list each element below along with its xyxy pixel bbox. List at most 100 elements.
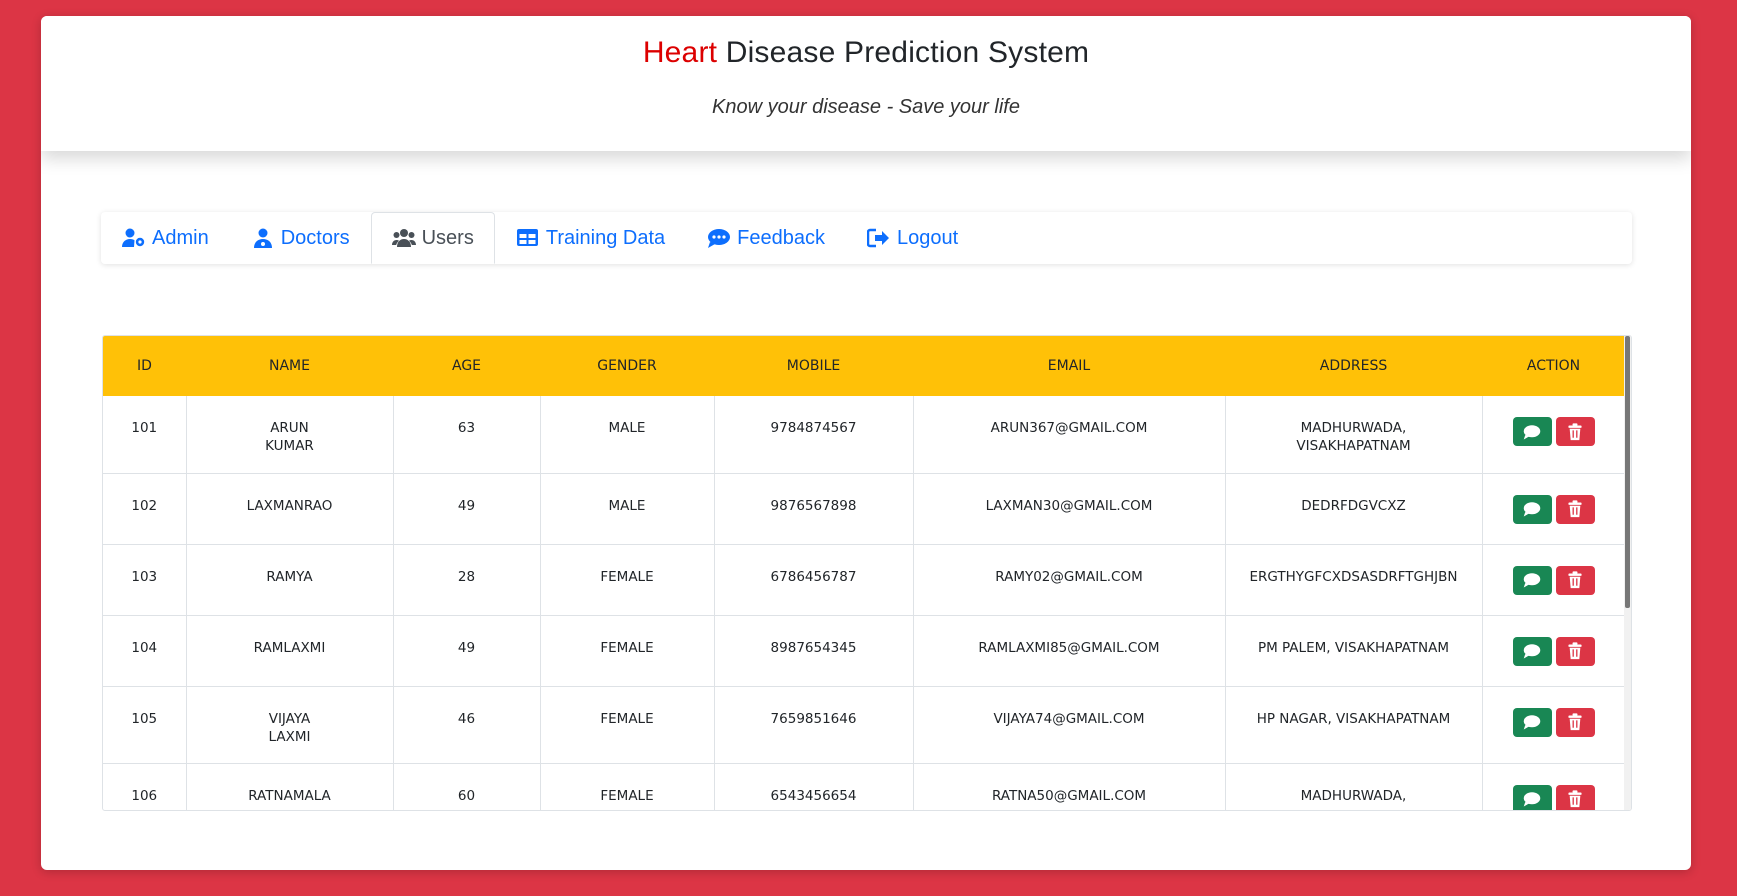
table-row: 101 ARUN KUMAR 63 MALE 9784874567 ARUN367@GMA… <box>103 396 1626 474</box>
cell-name: ARUN KUMAR <box>186 396 394 474</box>
page-title: Heart Disease Prediction System <box>41 36 1691 70</box>
cell-email: RATNA50@GMAIL.COM <box>913 763 1226 810</box>
row-actions <box>1483 636 1626 666</box>
row-actions <box>1483 494 1626 524</box>
cell-gender: FEMALE <box>540 763 715 810</box>
cell-id: 106 <box>103 763 187 810</box>
cell-action <box>1482 544 1626 616</box>
users-table-container[interactable]: ID NAME AGE GENDER MOBILE EMAIL ADDRESS … <box>102 335 1632 811</box>
row-actions <box>1483 565 1626 595</box>
tab-label: Feedback <box>737 226 826 249</box>
tab-users[interactable]: Users <box>370 212 495 264</box>
trash-icon <box>1566 571 1584 589</box>
column-header: AGE <box>393 336 540 396</box>
tab-logout[interactable]: Logout <box>846 212 979 264</box>
trash-icon <box>1566 642 1584 660</box>
feedback-button[interactable] <box>1512 494 1552 524</box>
delete-button[interactable] <box>1555 636 1595 666</box>
tab-label: Training Data <box>545 226 666 249</box>
cell-name: RAMYA <box>186 544 394 616</box>
feedback-button[interactable] <box>1512 636 1552 666</box>
comment-dots-icon <box>707 228 731 248</box>
tab-label: Users <box>421 226 474 249</box>
cell-name: VIJAYA LAXMI <box>186 686 394 764</box>
column-header: ACTION <box>1482 336 1625 396</box>
comment-icon <box>1523 713 1541 731</box>
delete-button[interactable] <box>1555 784 1595 810</box>
comment-icon <box>1523 500 1541 518</box>
comment-icon <box>1523 790 1541 808</box>
cell-mobile: 6786456787 <box>714 544 914 616</box>
cell-age: 63 <box>393 396 541 474</box>
tab-admin[interactable]: Admin <box>101 212 230 264</box>
cell-email: LAXMAN30@GMAIL.COM <box>913 473 1226 545</box>
row-actions <box>1483 417 1626 446</box>
column-header: NAME <box>186 336 393 396</box>
cell-email: ARUN367@GMAIL.COM <box>913 396 1226 474</box>
cell-age: 46 <box>393 686 541 764</box>
scrollbar-thumb[interactable] <box>1625 336 1630 608</box>
table-row: 105 VIJAYA LAXMI 46 FEMALE 7659851646 VIJAYA7… <box>103 686 1625 764</box>
cell-mobile: 8987654345 <box>714 615 914 687</box>
cell-action <box>1482 473 1626 545</box>
cell-gender: FEMALE <box>540 544 715 616</box>
comment-icon <box>1523 642 1541 660</box>
cell-id: 102 <box>103 473 187 545</box>
cell-mobile: 9876567898 <box>714 473 914 545</box>
cell-name: RATNAMALA <box>186 763 394 810</box>
tab-label: Logout <box>897 226 959 249</box>
row-actions <box>1483 784 1626 810</box>
title-accent: Heart <box>642 36 718 69</box>
feedback-button[interactable] <box>1512 784 1552 810</box>
title-rest: Disease Prediction System <box>717 36 1090 69</box>
column-header: ID <box>103 336 186 396</box>
cell-action <box>1482 686 1625 764</box>
delete-button[interactable] <box>1555 417 1595 446</box>
delete-button[interactable] <box>1555 494 1595 524</box>
trash-icon <box>1566 790 1584 808</box>
cell-name: RAMLAXMI <box>186 615 394 687</box>
cell-gender: FEMALE <box>540 686 715 764</box>
doctor-icon <box>251 228 275 248</box>
cell-address: HP NAGAR, VISAKHAPATNAM <box>1225 686 1483 764</box>
cell-age: 49 <box>393 615 541 687</box>
comment-icon <box>1523 423 1541 441</box>
tab-training-data[interactable]: Training Data <box>495 212 686 264</box>
cell-email: VIJAYA74@GMAIL.COM <box>913 686 1226 764</box>
feedback-button[interactable] <box>1512 707 1552 737</box>
table-row: 106 RATNAMALA 60 FEMALE 6543456654 RATNA50@GM… <box>103 763 1626 810</box>
cell-action <box>1482 396 1626 474</box>
feedback-button[interactable] <box>1512 565 1552 595</box>
cell-mobile: 7659851646 <box>714 686 914 764</box>
cell-gender: MALE <box>540 396 715 474</box>
comment-icon <box>1523 571 1541 589</box>
tab-label: Admin <box>152 226 209 249</box>
sign-out-icon <box>867 228 891 248</box>
page-header: Heart Disease Prediction System Know you… <box>41 16 1691 151</box>
delete-button[interactable] <box>1555 565 1595 595</box>
table-row: 104 RAMLAXMI 49 FEMALE 8987654345 RAMLAXMI85@… <box>103 615 1626 687</box>
cell-mobile: 9784874567 <box>714 396 914 474</box>
column-header: MOBILE <box>714 336 913 396</box>
tab-label: Doctors <box>280 226 350 249</box>
cell-age: 60 <box>393 763 541 810</box>
cell-id: 101 <box>103 396 187 474</box>
cell-gender: FEMALE <box>540 615 715 687</box>
delete-button[interactable] <box>1555 707 1595 737</box>
cell-mobile: 6543456654 <box>714 763 914 810</box>
cell-age: 49 <box>393 473 541 545</box>
user-gear-icon <box>122 228 146 248</box>
cell-address: DEDRFDGVCXZ <box>1225 473 1483 545</box>
tab-feedback[interactable]: Feedback <box>686 212 846 264</box>
table-scrollbar[interactable] <box>1624 336 1631 810</box>
feedback-button[interactable] <box>1512 417 1552 446</box>
table-icon <box>516 228 540 248</box>
cell-age: 28 <box>393 544 541 616</box>
cell-id: 103 <box>103 544 187 616</box>
cell-id: 104 <box>103 615 187 687</box>
trash-icon <box>1566 713 1584 731</box>
column-header: ADDRESS <box>1225 336 1482 396</box>
tab-doctors[interactable]: Doctors <box>230 212 371 264</box>
users-icon <box>391 228 416 248</box>
cell-address: ERGTHYGFCXDSASDRFTGHJBN <box>1225 544 1483 616</box>
